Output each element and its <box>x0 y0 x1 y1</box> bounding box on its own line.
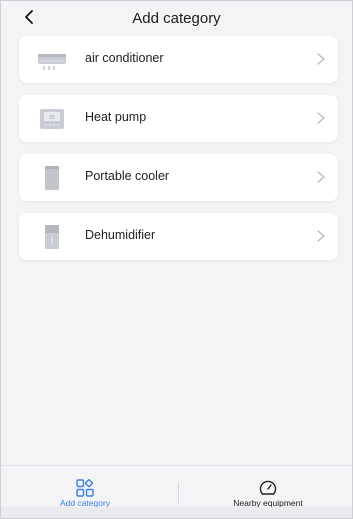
portable-cooler-icon <box>45 166 59 190</box>
category-item-heat-pump[interactable]: 25 Heat pump <box>19 95 338 142</box>
air-conditioner-icon <box>38 54 66 70</box>
app-screen: Add category air conditioner 25 Heat pum… <box>0 0 353 519</box>
gauge-icon <box>259 480 277 495</box>
heat-pump-icon: 25 <box>40 109 64 129</box>
tab-divider <box>178 482 179 504</box>
category-label: Heat pump <box>85 110 147 124</box>
chevron-right-icon <box>317 53 325 65</box>
grid-icon <box>76 479 94 497</box>
tab-add-category[interactable]: Add category <box>5 466 165 508</box>
category-item-dehumidifier[interactable]: Dehumidifier <box>19 213 338 260</box>
bottom-tab-bar: Add category Nearby equipment <box>1 465 352 508</box>
category-item-portable-cooler[interactable]: Portable cooler <box>19 154 338 201</box>
tab-nearby-equipment[interactable]: Nearby equipment <box>188 466 348 508</box>
header: Add category <box>1 1 352 33</box>
svg-text:25: 25 <box>49 115 55 121</box>
home-indicator-area <box>1 507 352 518</box>
category-label: Portable cooler <box>85 169 170 183</box>
chevron-right-icon <box>317 112 325 124</box>
chevron-right-icon <box>317 171 325 183</box>
category-item-air-conditioner[interactable]: air conditioner <box>19 36 338 83</box>
chevron-right-icon <box>317 230 325 242</box>
dehumidifier-icon <box>45 225 59 249</box>
category-label: air conditioner <box>85 51 164 65</box>
page-title: Add category <box>132 10 221 27</box>
category-label: Dehumidifier <box>85 228 156 242</box>
back-arrow-icon[interactable] <box>20 7 40 27</box>
